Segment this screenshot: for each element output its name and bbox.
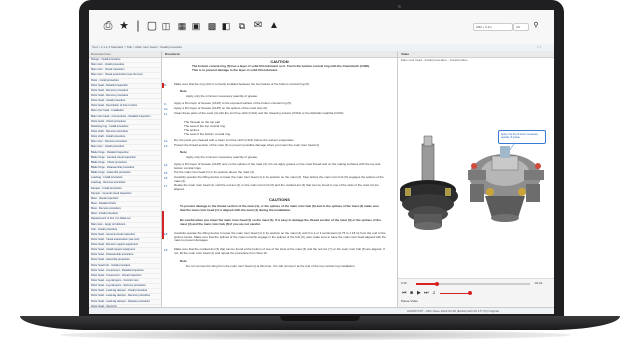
bullet-item: The seat of the top conical ring: [184, 125, 226, 128]
laptop-notch: [280, 316, 360, 321]
step-text: Protect the thread section of the mast (…: [174, 144, 320, 147]
step-text: Make sure that the ring (10) is correctl…: [174, 83, 310, 86]
step-text: Carefully operate the lifting device to …: [174, 176, 384, 183]
play-icon[interactable]: ▶: [417, 290, 421, 296]
grid-icon[interactable]: ▦: [175, 19, 189, 33]
seek-bar[interactable]: [416, 281, 530, 286]
step-number: 12.: [164, 139, 169, 143]
step-number: 16.: [164, 176, 169, 180]
duplicate-icon[interactable]: ⧉: [235, 19, 249, 33]
step-number: 8.: [164, 83, 167, 87]
language-select[interactable]: UK: [513, 23, 529, 31]
seek-bar-fill: [416, 283, 437, 285]
bookmark-icon[interactable]: ❘: [131, 19, 145, 33]
mail-icon[interactable]: ✉: [251, 19, 265, 33]
note-label: Note: [180, 90, 187, 93]
tree-header: Document tree: [89, 51, 161, 58]
step-number: 10.: [164, 107, 169, 111]
step-number: 15.: [164, 171, 169, 175]
volume-handle[interactable]: [468, 291, 472, 295]
status-text: AW189 STP - 26th Issue 2024-03-26 [EASA]…: [407, 310, 499, 313]
step-text: Apply a thin layer of Grease (C125) only…: [174, 163, 381, 170]
tree-list: Flange - Install procedure Main rotor - I…: [89, 58, 161, 307]
alert-bell-icon[interactable]: ▲: [267, 19, 281, 33]
document-icon[interactable]: ▢: [145, 19, 159, 33]
video-title: Main rotor head - Install procedure - Tu…: [401, 59, 468, 62]
copy-icon[interactable]: ◫: [159, 19, 173, 33]
step-text: Rotate the main rotor head (1) until the…: [174, 184, 379, 191]
volume-slider[interactable]: [440, 292, 470, 294]
stop-icon[interactable]: ■: [410, 290, 413, 296]
step-number: 17.: [164, 184, 169, 188]
note-text: Apply only the minimum necessary quantit…: [186, 95, 258, 98]
main-toolbar: ⎙ ★ ❘ ▢ ◫ ▦ ▣ ▩ ◧ ⧉ ✉ ▲ 2/80 + 6 lint UK…: [89, 10, 554, 45]
note-text: Do not remove the sling from the main ro…: [186, 265, 356, 268]
seek-handle[interactable]: [434, 281, 439, 286]
model-tooltip-text: Apply only the minimum necessary quantit…: [501, 133, 538, 139]
rotor-head-assembly: [468, 146, 544, 222]
caution-heading: CAUTION: [270, 59, 289, 64]
nav-arrows-icon[interactable]: < >: [537, 46, 541, 50]
step-text: Clean these parts of the mast (4) with t…: [174, 112, 345, 115]
caution-bullet: Be careful when you lower the main rotor…: [180, 219, 381, 226]
app-screen: ⎙ ★ ❘ ▢ ◫ ▦ ▣ ▩ ◧ ⧉ ✉ ▲ 2/80 + 6 lint UK…: [89, 10, 554, 314]
note-text: Apply only the minimum necessary quantit…: [186, 156, 258, 159]
search-scope-select[interactable]: 2/80 + 6 lint: [473, 23, 513, 31]
print-icon[interactable]: ⎙: [101, 19, 115, 33]
step-number: 19.: [164, 248, 169, 252]
video-controls: 0:10 -01:21 ⏮ ■ ▶ ⏭ ♫ Pause Video: [398, 278, 554, 307]
document-panel: Document CAUTION The bottom conical ring…: [162, 51, 398, 307]
webcam: [398, 5, 401, 8]
cautions-heading: CAUTIONS: [269, 197, 290, 202]
note-label: Note: [180, 151, 187, 154]
document-body[interactable]: CAUTION The bottom conical ring (5) has …: [162, 57, 397, 307]
bullet-item: The threads on the top part: [184, 121, 221, 124]
star-icon[interactable]: ★: [117, 19, 131, 33]
document-tree-panel: Document tree Flange - Install procedure…: [89, 51, 162, 307]
step-text: Apply a thin layer of Grease (C125) on t…: [174, 107, 268, 110]
video-panel-title: Video: [398, 51, 554, 58]
search-icon[interactable]: ⚲: [529, 19, 543, 33]
volume-icon[interactable]: ♫: [432, 290, 436, 296]
step-text: Make sure that the marked dot (3) that c…: [174, 248, 385, 255]
step-text: Apply a thin layer of Grease (C125) to t…: [174, 102, 292, 105]
player-status: Pause Video: [401, 300, 418, 303]
step-text: Dry the parts you cleaned with a clean L…: [174, 139, 295, 142]
step-number: 9.: [164, 102, 167, 106]
step-number: 13.: [164, 144, 169, 148]
caution-text: The bottom conical ring (5) has a layer …: [192, 65, 370, 72]
step-text: Put the main rotor head (1) in its posit…: [174, 171, 255, 174]
model-tooltip: Apply only the minimum necessary quantit…: [498, 130, 546, 144]
image-icon[interactable]: ▣: [189, 19, 203, 33]
bullet-item: The splines: [184, 129, 200, 132]
table-icon[interactable]: ▩: [205, 19, 219, 33]
step-text: Carefully operate the lifting device to …: [174, 232, 386, 242]
video-panel: Video Main rotor head - Install procedur…: [398, 51, 554, 307]
note-label: Note: [180, 260, 187, 263]
step-number: 18.: [164, 232, 169, 236]
time-remaining: -01:21: [534, 282, 543, 285]
breadcrumb-text[interactable]: Tool > 1.1.1.4 Standard > Title > Main r…: [92, 46, 472, 50]
caution-bullet: To prevent damage to the thread section …: [180, 205, 379, 212]
rotor-hub-part: [400, 135, 458, 230]
time-elapsed: 0:10: [401, 282, 407, 285]
bullet-item: The seat of the bottom conical ring.: [184, 133, 231, 136]
step-number: 11.: [164, 112, 168, 116]
skip-forward-icon[interactable]: ⏭: [424, 290, 429, 296]
skip-back-icon[interactable]: ⏮: [402, 290, 407, 296]
status-bar: AW189 STP - 26th Issue 2024-03-26 [EASA]…: [89, 307, 554, 314]
step-number: 14.: [164, 163, 169, 167]
diagram-icon[interactable]: ◧: [219, 19, 233, 33]
